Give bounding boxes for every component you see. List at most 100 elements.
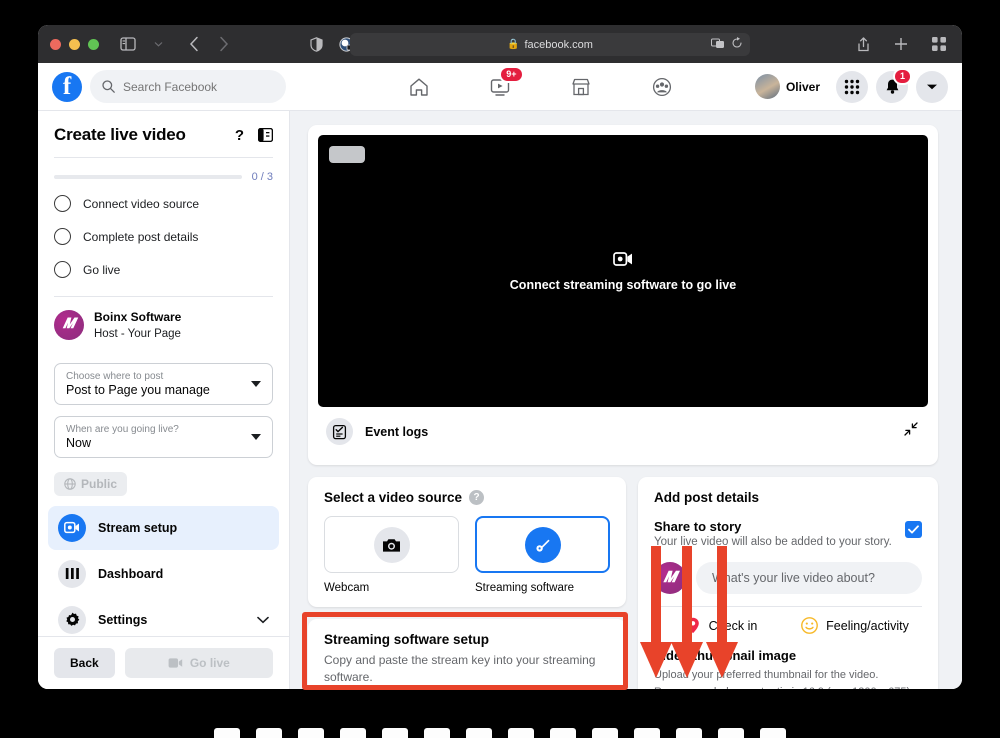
privacy-shield-icon[interactable] bbox=[305, 33, 327, 55]
go-live-button[interactable]: Go live bbox=[124, 648, 273, 678]
reader-view-icon[interactable] bbox=[711, 36, 725, 54]
dock-icon[interactable] bbox=[214, 728, 240, 738]
help-question-icon[interactable]: ? bbox=[469, 490, 485, 505]
post-details-panel: Add post details Share to story Your liv… bbox=[638, 477, 938, 689]
share-to-story-row: Share to story Your live video will also… bbox=[654, 519, 922, 548]
sidebar-header-icons: ? bbox=[235, 127, 273, 144]
video-source-option-webcam[interactable]: Webcam bbox=[324, 516, 459, 594]
where-to-post-select[interactable]: Choose where to post Post to Page you ma… bbox=[54, 362, 273, 405]
help-question-icon[interactable]: ? bbox=[235, 127, 244, 144]
collapse-diagonal-icon[interactable] bbox=[904, 422, 918, 441]
reload-icon[interactable] bbox=[731, 36, 743, 54]
notifications-bell-icon[interactable]: 1 bbox=[876, 67, 912, 103]
feeling-activity-action[interactable]: Feeling/activity bbox=[788, 617, 922, 634]
chevron-down-icon[interactable] bbox=[257, 616, 269, 624]
dock-icon[interactable] bbox=[298, 728, 324, 738]
dock-icon[interactable] bbox=[340, 728, 366, 738]
profile-chip[interactable]: Oliver bbox=[752, 71, 828, 102]
when-going-live-select[interactable]: When are you going live? Now bbox=[54, 415, 273, 458]
progress-count: 0 / 3 bbox=[251, 171, 273, 183]
lower-section: Select a video source ? Webcam Streaming… bbox=[308, 477, 938, 689]
sidebar-toggle-icon[interactable] bbox=[117, 33, 139, 55]
window-controls bbox=[50, 38, 99, 50]
dock-icon[interactable] bbox=[718, 728, 744, 738]
nav-home-icon[interactable] bbox=[397, 70, 441, 104]
search-field[interactable] bbox=[123, 79, 274, 94]
boinx-avatar: 𝑴 bbox=[654, 562, 686, 594]
account-menu-chevron-icon[interactable] bbox=[916, 70, 948, 103]
streaming-software-option-box[interactable] bbox=[475, 516, 610, 573]
tab-overview-icon[interactable] bbox=[928, 33, 950, 55]
facebook-header-right: Oliver 1 bbox=[752, 67, 948, 103]
panel-toggle-icon[interactable] bbox=[258, 128, 273, 142]
dock-icon[interactable] bbox=[760, 728, 786, 738]
composer-input[interactable]: What's your live video about? bbox=[696, 562, 922, 594]
sidebar-item-stream-setup[interactable]: Stream setup bbox=[48, 505, 279, 550]
address-bar-actions bbox=[711, 36, 743, 54]
sidebar-nav: Stream setup Dashboard Settings bbox=[48, 505, 279, 636]
chevron-down-icon bbox=[251, 380, 261, 387]
stream-setup-icon bbox=[58, 513, 86, 542]
privacy-badge[interactable]: Public bbox=[54, 471, 128, 496]
share-to-story-checkbox[interactable] bbox=[905, 521, 922, 538]
nav-groups-icon[interactable] bbox=[640, 70, 684, 104]
streaming-software-setup-panel[interactable]: Streaming software setup Copy and paste … bbox=[308, 619, 626, 689]
video-source-options: Webcam Streaming software bbox=[324, 516, 610, 594]
facebook-logo[interactable]: f bbox=[52, 71, 82, 102]
sidebar-item-dashboard[interactable]: Dashboard bbox=[48, 552, 279, 596]
plus-icon[interactable] bbox=[890, 33, 912, 55]
video-source-column: Select a video source ? Webcam Streaming… bbox=[308, 477, 626, 689]
dock-icon[interactable] bbox=[676, 728, 702, 738]
step-connect-video-source[interactable]: Connect video source bbox=[54, 187, 273, 220]
facebook-nav: 9+ bbox=[378, 65, 702, 104]
check-in-action[interactable]: Check in bbox=[654, 617, 788, 634]
back-button[interactable]: Back bbox=[54, 648, 115, 678]
minimize-window-button[interactable] bbox=[69, 38, 80, 50]
search-icon bbox=[102, 80, 115, 93]
share-icon[interactable] bbox=[852, 33, 874, 55]
dock-icon[interactable] bbox=[424, 728, 450, 738]
dock-icon[interactable] bbox=[592, 728, 618, 738]
live-producer-sidebar: Create live video ? 0 / 3 Connect video … bbox=[38, 111, 290, 689]
setup-title: Streaming software setup bbox=[324, 632, 490, 647]
event-logs-row[interactable]: Event logs bbox=[318, 407, 928, 455]
back-arrow-icon[interactable] bbox=[183, 33, 205, 55]
dock-icon[interactable] bbox=[382, 728, 408, 738]
video-source-option-streaming-software[interactable]: Streaming software bbox=[475, 516, 610, 594]
step-complete-post-details[interactable]: Complete post details bbox=[54, 220, 273, 253]
close-window-button[interactable] bbox=[50, 38, 61, 50]
address-bar[interactable]: 🔒 facebook.com bbox=[350, 33, 750, 56]
search-input[interactable] bbox=[90, 70, 286, 103]
host-page-row: 𝑴 Boinx Software Host - Your Page bbox=[54, 297, 273, 352]
dashboard-icon bbox=[58, 559, 86, 588]
post-actions: Check in Feeling/activity bbox=[654, 617, 922, 634]
select-value: Post to Page you manage bbox=[66, 382, 210, 397]
dock-icon[interactable] bbox=[550, 728, 576, 738]
dock-icon[interactable] bbox=[466, 728, 492, 738]
main-content: Connect streaming software to go live Ev… bbox=[290, 111, 962, 689]
webcam-option-box[interactable] bbox=[324, 516, 459, 573]
setup-description: Copy and paste the stream key into your … bbox=[324, 653, 596, 685]
preview-placeholder-text: Connect streaming software to go live bbox=[509, 277, 737, 292]
maximize-window-button[interactable] bbox=[88, 38, 99, 50]
sidebar-item-settings[interactable]: Settings bbox=[48, 598, 279, 636]
preview-status-chip bbox=[329, 146, 365, 163]
chevron-down-icon[interactable] bbox=[147, 33, 169, 55]
apps-grid-icon[interactable] bbox=[836, 70, 868, 103]
dock-icon[interactable] bbox=[256, 728, 282, 738]
dock-icon[interactable] bbox=[508, 728, 534, 738]
composer-row: 𝑴 What's your live video about? bbox=[654, 562, 922, 594]
avatar bbox=[754, 74, 780, 99]
stream-key-icon bbox=[524, 526, 561, 563]
post-details-column: Add post details Share to story Your liv… bbox=[638, 477, 938, 689]
step-label: Connect video source bbox=[83, 196, 200, 211]
step-go-live[interactable]: Go live bbox=[54, 253, 273, 286]
dock-icon[interactable] bbox=[634, 728, 660, 738]
forward-arrow-icon[interactable] bbox=[213, 33, 235, 55]
step-label: Complete post details bbox=[83, 229, 199, 244]
nav-video-icon[interactable]: 9+ bbox=[478, 65, 524, 104]
go-live-label: Go live bbox=[189, 656, 230, 670]
select-value: Now bbox=[66, 435, 92, 450]
check-in-label: Check in bbox=[708, 618, 758, 633]
nav-marketplace-icon[interactable] bbox=[559, 70, 603, 104]
